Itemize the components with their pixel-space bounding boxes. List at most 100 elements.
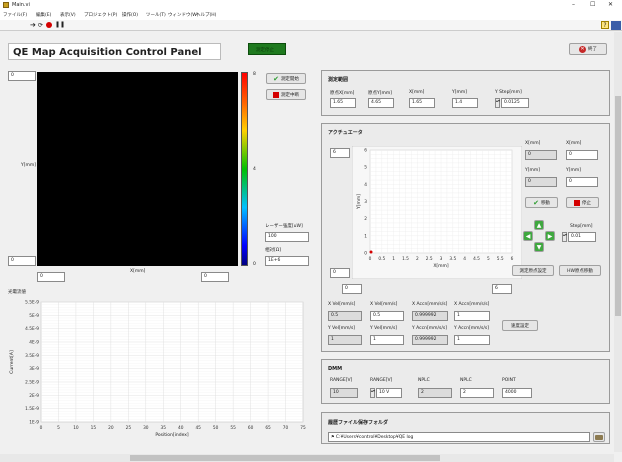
log-path-input[interactable]: ⚑ C:¥Users¥control¥Desktop¥QE log [328,432,590,442]
colorbar-tick-bottom: 0 [253,262,256,267]
dmm-nplc-label: NPLC [418,378,430,383]
move-button[interactable]: ✔ 移動 [525,197,558,208]
width-x-label: X[mm] [409,90,425,95]
colorbar [241,72,248,266]
horizontal-scrollbar[interactable] [0,454,614,462]
current-y-label: Current[A] [9,350,15,374]
origin-x-label: 原点X[mm] [330,91,355,96]
target-x-input[interactable]: 0 [566,150,598,160]
ratio-label: 相対[Ω] [265,248,281,253]
y-vel-label: Y Vel[mm/s] [328,326,356,331]
pause-icon[interactable]: ❚❚ [55,21,65,29]
check-icon: ✔ [273,74,279,83]
y-accn-input[interactable]: 1 [454,335,490,345]
position-x-tick: 4 [463,256,466,262]
position-marker [369,250,373,254]
current-x-tick: 20 [108,425,114,431]
jog-right-button[interactable]: ▶ [545,231,555,241]
dmm-nplc-input[interactable]: 2 [460,388,494,398]
menu-bar: ファイル(F) 編集(E) 表示(V) プロジェクト(P) 操作(O) ツール(… [0,11,622,20]
current-y-label: Y[mm] [525,168,541,173]
target-y-input[interactable]: 0 [566,177,598,187]
exit-button[interactable]: ✕ 終了 [569,43,607,55]
stop-square-icon [574,199,580,206]
menu-operate[interactable]: 操作(O) [122,12,138,18]
dmm-range-select[interactable]: 10 V [376,388,402,398]
dmm-point-input[interactable]: 4000 [502,388,532,398]
current-x-label: X[mm] [525,141,541,146]
hw-origin-button[interactable]: HW原点移動 [559,265,601,276]
jog-up-button[interactable]: ▲ [534,220,544,230]
map-x-max[interactable]: 0 [201,272,229,282]
menu-project[interactable]: プロジェクト(P) [84,12,117,18]
exit-icon: ✕ [579,45,586,53]
set-origin-button[interactable]: 測定原点設定 [512,265,554,276]
current-x-tick: 30 [143,425,149,431]
y-step-input[interactable]: 0.0125 [501,98,529,108]
width-y-input[interactable]: 1.4 [452,98,478,108]
menu-tools[interactable]: ツール(T) [146,12,166,18]
current-y-tick: 5E-9 [29,313,39,319]
origin-x-input[interactable]: 1.65 [330,98,356,108]
vertical-scrollbar-thumb[interactable] [615,96,621,316]
actuator-y-bottom[interactable]: 0 [330,268,350,278]
actuator-stop-button[interactable]: 停止 [566,197,599,208]
position-x-tick: 1.5 [402,256,409,262]
menu-window[interactable]: ウィンドウ(W) [168,12,198,18]
dmm-nplc-value: 2 [418,388,452,398]
horizontal-scrollbar-thumb[interactable] [130,455,440,461]
abort-icon[interactable] [46,22,52,28]
step-spinner[interactable]: ▴▾ [562,232,567,242]
width-x-input[interactable]: 1.65 [409,98,435,108]
position-y-label: Y[mm] [356,194,362,210]
title-bar: Main.vi – ☐ ✕ [0,0,622,11]
vertical-scrollbar[interactable] [614,32,622,452]
maximize-button[interactable]: ☐ [590,1,595,8]
jog-left-button[interactable]: ◀ [523,231,533,241]
measure-start-button[interactable]: ✔ 測定開始 [266,73,306,84]
position-chart-svg: 6 5 4 3 2 1 00 0.5 1 1.5 2 2.5 3 3.5 4 4.5 5 5.5 6 X[mm] Y[m… [351,145,523,280]
x-accn-label: X Accn[mm/s/s] [412,302,448,307]
map-x-min[interactable]: 0 [37,272,65,282]
run-icon[interactable]: ➔ [30,22,36,29]
x-accn-input[interactable]: 1 [454,311,490,321]
actuator-y-top[interactable]: 6 [330,148,350,158]
browse-button[interactable] [593,432,605,442]
current-chart-svg: 5.5E-9 5E-9 4.5E-9 4E-9 3.5E-9 3E-9 2.5E-9 2E-9… [9,300,306,439]
y-vel-input[interactable]: 1 [370,335,404,345]
actuator-x-left[interactable]: 0 [342,284,362,294]
y-vel-value: 1 [328,335,362,345]
minimize-button[interactable]: – [572,1,575,8]
dmm-range-spinner[interactable]: ▴▾ [370,388,375,398]
map-corner-bottom[interactable]: 0 [8,256,36,266]
laser-input[interactable]: 100 [265,232,309,242]
y-step-spinner[interactable]: ▴▾ [495,98,500,108]
speed-set-button[interactable]: 速度設定 [502,320,538,331]
position-y-tick: 5 [364,165,367,171]
menu-view[interactable]: 表示(V) [60,12,76,18]
dmm-range-set-label: RANGE[V] [370,378,393,383]
current-y-tick: 1E-9 [29,420,39,426]
menu-help[interactable]: ヘルプ(H) [196,12,216,18]
jog-down-button[interactable]: ▼ [534,242,544,252]
y-accn-set-label: Y Accn[mm/s/s] [454,326,489,331]
run-continuous-icon[interactable]: ⟳ [38,22,43,29]
help-icon[interactable]: ? [601,21,609,29]
close-button[interactable]: ✕ [608,1,613,8]
x-vel-input[interactable]: 0.5 [370,311,404,321]
measure-abort-button[interactable]: 測定中断 [266,89,306,100]
current-plot-area [40,301,304,423]
map-corner-top[interactable]: 0 [8,71,36,81]
current-y-tick: 1.5E-9 [25,406,39,412]
origin-y-input[interactable]: 4.65 [368,98,394,108]
ratio-input[interactable]: 1E+6 [265,256,309,266]
position-x-tick: 2 [416,256,419,262]
actuator-panel: アクチュエータ 6 6 5 4 3 2 1 0 0 0.5 1 1.5 2 2.5 3 3.5 4 4.5 5 5.… [321,123,610,352]
menu-file[interactable]: ファイル(F) [3,12,27,18]
menu-edit[interactable]: 編集(E) [36,12,51,18]
current-y-value: 0 [525,177,557,187]
x-accn-value: 0.999992 [412,311,448,321]
x-vel-value: 0.5 [328,311,362,321]
actuator-x-right[interactable]: 6 [492,284,512,294]
step-input[interactable]: 0.01 [568,232,596,242]
